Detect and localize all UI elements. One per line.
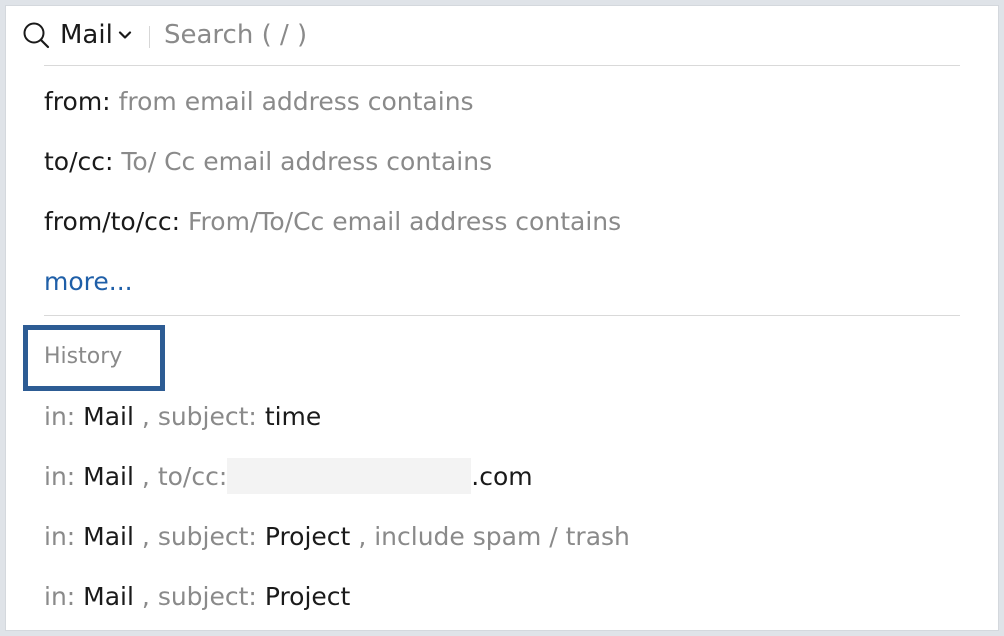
more-suggestions-link[interactable]: more... bbox=[44, 262, 133, 302]
search-dropdown-panel: Mail from: from email address contains t… bbox=[5, 5, 999, 631]
suggestion-from-to-cc[interactable]: from/to/cc: From/To/Cc email address con… bbox=[44, 202, 621, 242]
history-in-label: in: bbox=[44, 462, 76, 491]
history-value: Project bbox=[264, 582, 351, 611]
divider bbox=[44, 65, 960, 66]
suggestion-key: to/cc: bbox=[44, 147, 114, 176]
suggestion-hint: from email address contains bbox=[118, 87, 474, 116]
history-value: Project bbox=[264, 522, 351, 551]
redacted-email bbox=[227, 458, 472, 494]
suggestion-to-cc[interactable]: to/cc: To/ Cc email address contains bbox=[44, 142, 492, 182]
history-separator: , bbox=[141, 582, 150, 611]
history-separator: , bbox=[141, 462, 150, 491]
history-item[interactable]: in: Mail , subject: time bbox=[44, 397, 321, 437]
suggestion-hint: To/ Cc email address contains bbox=[121, 147, 493, 176]
history-separator: , bbox=[141, 522, 150, 551]
history-field: subject: bbox=[157, 522, 257, 551]
search-scope-dropdown[interactable]: Mail bbox=[60, 18, 132, 52]
divider bbox=[44, 315, 960, 316]
history-field: subject: bbox=[157, 582, 257, 611]
history-in-value: Mail bbox=[83, 402, 134, 431]
history-in-label: in: bbox=[44, 402, 76, 431]
history-value-suffix: .com bbox=[471, 462, 533, 491]
search-divider bbox=[149, 26, 150, 48]
history-extra: , include spam / trash bbox=[358, 522, 630, 551]
search-icon[interactable] bbox=[21, 20, 51, 50]
suggestion-hint: From/To/Cc email address contains bbox=[188, 207, 622, 236]
history-in-value: Mail bbox=[83, 582, 134, 611]
chevron-down-icon bbox=[118, 31, 131, 39]
search-bar: Mail bbox=[6, 6, 998, 66]
history-separator: , bbox=[141, 402, 150, 431]
search-input[interactable] bbox=[164, 16, 944, 54]
more-link-label: more... bbox=[44, 267, 133, 296]
search-scope-label: Mail bbox=[60, 20, 113, 50]
history-in-label: in: bbox=[44, 582, 76, 611]
history-value: time bbox=[264, 402, 322, 431]
history-item[interactable]: in: Mail , subject: Project bbox=[44, 577, 350, 617]
history-in-value: Mail bbox=[83, 462, 134, 491]
suggestion-from[interactable]: from: from email address contains bbox=[44, 82, 474, 122]
history-in-value: Mail bbox=[83, 522, 134, 551]
history-field: to/cc: bbox=[157, 462, 228, 491]
history-field: subject: bbox=[157, 402, 257, 431]
history-heading: History bbox=[44, 344, 123, 369]
history-item[interactable]: in: Mail , subject: Project , include sp… bbox=[44, 517, 630, 557]
history-in-label: in: bbox=[44, 522, 76, 551]
suggestion-key: from: bbox=[44, 87, 111, 116]
suggestion-key: from/to/cc: bbox=[44, 207, 181, 236]
history-item[interactable]: in: Mail , to/cc: .com bbox=[44, 457, 533, 497]
